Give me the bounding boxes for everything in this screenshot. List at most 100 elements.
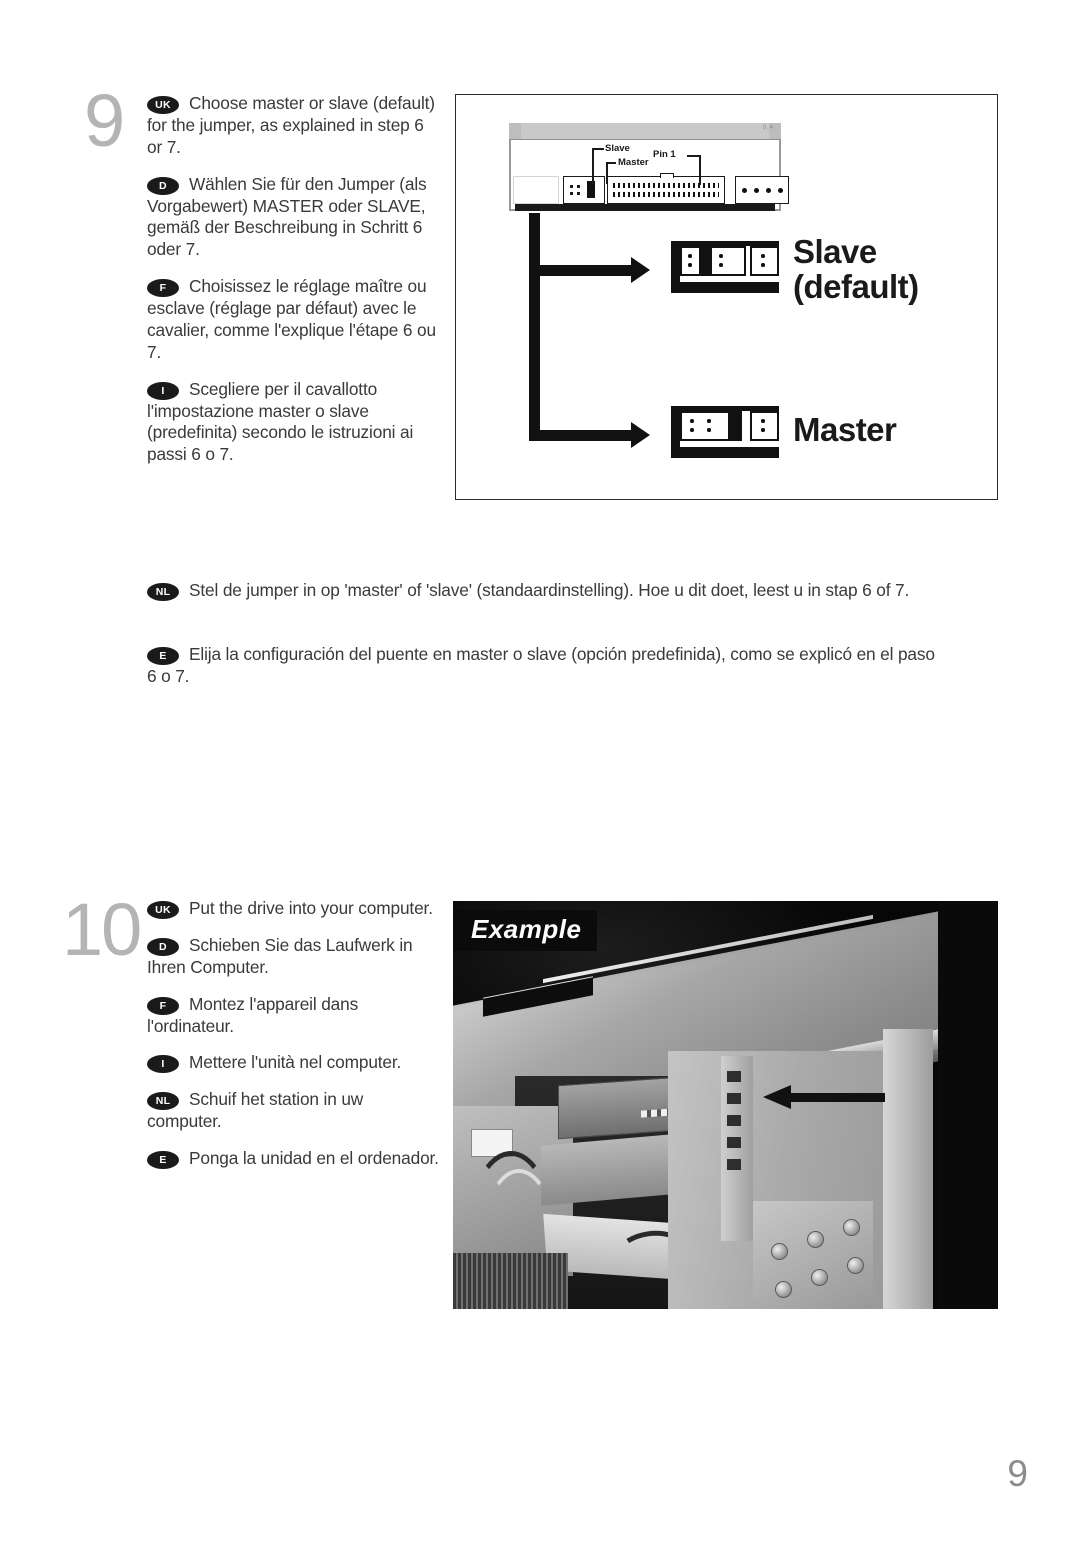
language-badge-uk: UK <box>147 96 179 114</box>
arrow-head-master <box>631 422 650 448</box>
jumper-label-master: Master <box>793 411 897 448</box>
arrow-head-slave <box>631 257 650 283</box>
jumper-pin-dot <box>707 419 711 423</box>
step-10-paragraph-uk: UK Put the drive into your computer. <box>147 898 442 920</box>
ide-pin-row-top <box>613 183 719 188</box>
step-9-paragraph-e: E Elija la configuración del puente en ma… <box>147 643 937 687</box>
step-9-text-i: Scegliere per il cavallotto l'impostazio… <box>147 378 414 465</box>
step-9-paragraph-i: I Scegliere per il cavallotto l'impostazi… <box>147 379 442 467</box>
step-10-text-uk: Put the drive into your computer. <box>189 898 433 918</box>
jumper-pin-dot <box>761 263 765 267</box>
jumper-pinblock-right <box>750 411 779 441</box>
bay-rail-slot <box>727 1093 741 1104</box>
language-badge-nl: NL <box>147 1092 179 1111</box>
callout-elbow-slave <box>592 148 604 150</box>
bay-rail-slot <box>727 1115 741 1126</box>
step-9-paragraph-uk: UK Choose master or slave (default) for t… <box>147 93 442 159</box>
case-front-right-edge <box>883 1029 933 1309</box>
step-9-paragraph-nl: NL Stel de jumper in op 'master' of 'slav… <box>147 579 937 602</box>
callout-elbow-master <box>606 162 616 164</box>
ide-connector <box>607 173 725 204</box>
drive-bevel-left <box>509 123 521 139</box>
language-badge-f: F <box>147 279 179 298</box>
step-10-text-d: Schieben Sie das Laufwerk in Ihren Compu… <box>147 934 413 977</box>
callout-line-slave <box>592 148 594 184</box>
port-hole <box>811 1269 828 1286</box>
step-10-paragraph-i: I Mettere l'unità nel computer. <box>147 1052 442 1074</box>
language-badge-f: F <box>147 996 179 1015</box>
language-badge-uk: UK <box>147 901 179 919</box>
step-10-text-column: UK Put the drive into your computer. D Sch… <box>147 898 442 1170</box>
step-9-text-column: UK Choose master or slave (default) for t… <box>147 93 442 466</box>
bay-rail-strip <box>721 1056 753 1241</box>
port-hole <box>843 1219 860 1236</box>
front-io-panel <box>753 1201 873 1309</box>
power-pin-dot <box>742 188 747 193</box>
step-number-9: 9 <box>84 79 125 162</box>
drive-connector-row <box>513 173 789 204</box>
step-9-text-nl: Stel de jumper in op 'master' of 'slave'… <box>189 580 910 601</box>
jumper-rail-bottom <box>673 447 779 458</box>
language-badge-d: D <box>147 176 179 195</box>
jumper-pin-dot <box>761 254 765 258</box>
step-9-paragraph-d: D Wählen Sie für den Jumper (als Vorgabew… <box>147 174 442 262</box>
step-10-paragraph-f: F Montez l'appareil dans l'ordinateur. <box>147 994 442 1038</box>
drive-top-bar <box>509 123 781 140</box>
port-hole <box>807 1231 824 1248</box>
callout-label-slave: Slave <box>605 143 630 154</box>
callout-line-master <box>606 162 608 184</box>
arrow-tree-trunk <box>529 213 540 441</box>
step-9-text-e: Elija la configuración del puente en mas… <box>147 644 935 687</box>
jumper-pin-dot <box>577 185 580 188</box>
power-pin-dot <box>778 188 783 193</box>
jumper-pin-dot <box>719 254 723 258</box>
callout-label-master: Master <box>618 157 649 168</box>
jumper-pin-dot <box>707 428 711 432</box>
step-10-text-f: Montez l'appareil dans l'ordinateur. <box>147 993 359 1036</box>
jumper-endcap-left <box>671 406 680 458</box>
drive-corner-mark: 0.4 <box>762 125 774 131</box>
jumper-label-slave: Slave (default) <box>793 233 919 305</box>
ide-connector-notch <box>660 173 674 178</box>
step-10-paragraph-d: D Schieben Sie das Laufwerk in Ihren Comp… <box>147 935 442 979</box>
arrow-shaft <box>787 1093 885 1102</box>
language-badge-nl: NL <box>147 583 179 602</box>
bay-rail-slot <box>727 1071 741 1082</box>
jumper-pin-dot <box>719 263 723 267</box>
step-10-paragraph-nl: NL Schuif het station in uw computer. <box>147 1089 442 1133</box>
jumper-detail-master <box>671 406 779 458</box>
jumper-block <box>563 176 605 204</box>
jumper-pin-dot <box>761 428 765 432</box>
power-pin-dot <box>754 188 759 193</box>
power-cable-light <box>483 1169 555 1297</box>
bay-rail-slot <box>727 1137 741 1148</box>
step-9-text-d: Wählen Sie für den Jumper (als Vorgabewe… <box>147 173 427 260</box>
arrow-head-icon <box>763 1085 791 1109</box>
jumper-shunt-master <box>728 413 741 439</box>
step-10-text-e: Ponga la unidad en el ordenador. <box>189 1148 439 1168</box>
photo-dark-right-margin <box>938 901 998 1309</box>
power-pin-dot <box>766 188 771 193</box>
step-10-paragraph-e: E Ponga la unidad en el ordenador. <box>147 1148 442 1170</box>
ide-pin-row-bottom <box>613 192 719 197</box>
callout-label-pin1: Pin 1 <box>653 149 676 160</box>
jumper-pin-dot <box>570 185 573 188</box>
jumper-pin-dot <box>761 419 765 423</box>
power-connector <box>735 176 789 204</box>
step-9-paragraph-f: F Choisissez le réglage maître ou esclave… <box>147 276 442 364</box>
audio-connector <box>513 176 559 204</box>
step-10-text-nl: Schuif het station in uw computer. <box>147 1089 364 1132</box>
jumper-diagram-panel: 0.4 Slave Master Pin 1 Slave (default) M… <box>455 94 998 500</box>
manual-page: 9 UK Choose master or slave (default) for… <box>0 0 1080 1543</box>
bay-rail-slot <box>727 1159 741 1170</box>
port-hole <box>847 1257 864 1274</box>
jumper-pin-dot <box>688 263 692 267</box>
language-badge-i: I <box>147 381 179 400</box>
computer-install-photo: Example <box>453 901 998 1309</box>
jumper-pin-dot <box>577 192 580 195</box>
language-badge-d: D <box>147 937 179 956</box>
jumper-shunt-slave <box>699 248 712 274</box>
insert-direction-arrow <box>763 1085 885 1109</box>
drive-rear-illustration: 0.4 Slave Master Pin 1 <box>509 123 789 211</box>
jumper-pin-dot <box>570 192 573 195</box>
